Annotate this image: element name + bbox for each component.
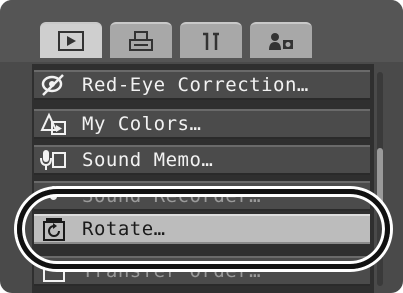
tools-icon <box>203 32 219 50</box>
scrollbar[interactable] <box>377 72 383 286</box>
menu-item-label: My Colors… <box>82 113 202 135</box>
tab-my-camera[interactable] <box>250 22 312 58</box>
my-camera-icon <box>269 33 293 50</box>
menu-item-sound-memo[interactable]: Sound Memo… <box>34 145 370 175</box>
menu-item-label: Transfer Order… <box>82 260 262 282</box>
menu-item-red-eye-correction[interactable]: Red-Eye Correction… <box>34 70 370 100</box>
menu-item-label: Sound Recorder… <box>82 185 262 207</box>
playback-icon <box>58 31 84 51</box>
sound-recorder-icon <box>34 181 74 211</box>
camera-menu-screen: Red-Eye Correction… My Colors… Sound Mem… <box>0 0 403 293</box>
sound-memo-icon <box>34 145 74 175</box>
menu-item-sound-recorder[interactable]: Sound Recorder… <box>34 181 370 211</box>
scroll-thumb[interactable] <box>377 148 383 210</box>
tab-tools[interactable] <box>180 22 242 58</box>
transfer-order-icon <box>34 256 74 286</box>
tab-playback[interactable] <box>40 22 102 58</box>
menu-item-label: Sound Memo… <box>82 149 214 171</box>
my-colors-icon <box>34 109 74 139</box>
menu-item-label: Rotate… <box>82 218 166 240</box>
menu-item-my-colors[interactable]: My Colors… <box>34 109 370 139</box>
menu-item-label: Red-Eye Correction… <box>82 74 309 96</box>
rotate-icon <box>34 214 74 244</box>
menu-item-transfer-order[interactable]: Transfer Order… <box>34 256 370 286</box>
menu-tab-bar <box>0 0 403 62</box>
tab-print[interactable] <box>110 22 172 58</box>
red-eye-icon <box>34 70 74 100</box>
print-icon <box>129 31 153 51</box>
menu-item-rotate[interactable]: Rotate… <box>34 214 370 244</box>
